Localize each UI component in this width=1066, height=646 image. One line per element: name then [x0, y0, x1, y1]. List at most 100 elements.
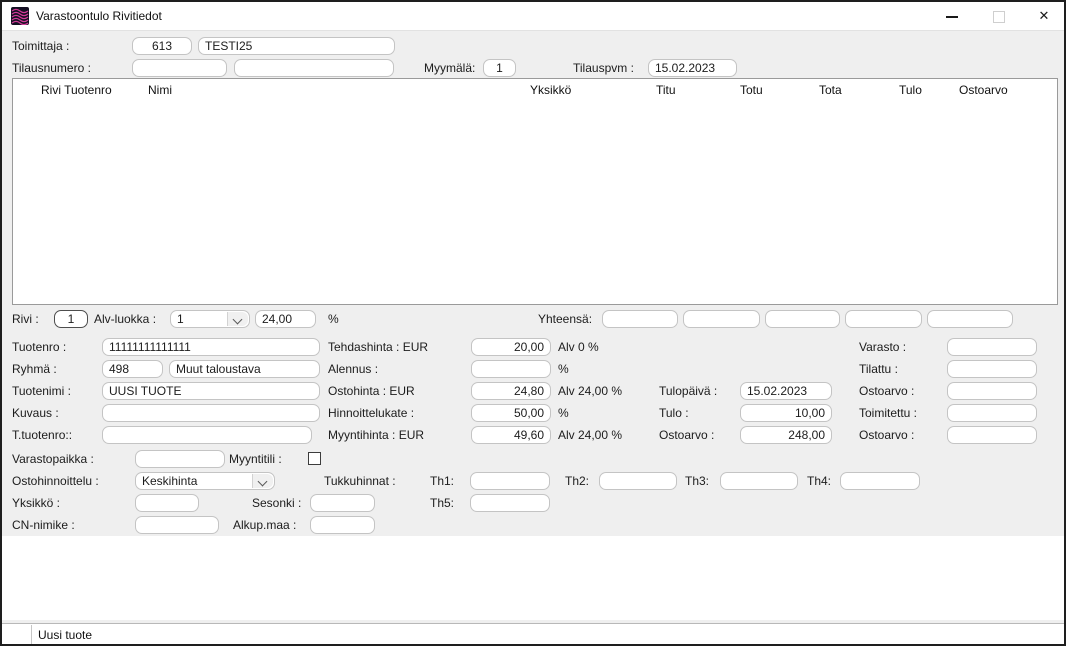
ostohinnoittelu-select[interactable]: Keskihinta [135, 472, 275, 490]
toimittaja-code-field[interactable]: 613 [132, 37, 192, 55]
alkup-maa-field[interactable] [310, 516, 375, 534]
alv-percent-suffix: % [328, 310, 339, 328]
alv-percent-field[interactable]: 24,00 [255, 310, 316, 328]
title-bar: Varastoontulo Rivitiedot ✕ [2, 2, 1064, 31]
chevron-down-icon[interactable] [227, 312, 248, 326]
table-column-titu: Titu [656, 83, 676, 97]
th2-field[interactable] [599, 472, 677, 490]
minimize-icon [946, 16, 958, 18]
yhteensa-field-5[interactable] [927, 310, 1013, 328]
alennus-field[interactable] [471, 360, 551, 378]
table-column-nimi: Nimi [148, 83, 172, 97]
tilausnumero-field-1[interactable] [132, 59, 227, 77]
toimitettu-field[interactable] [947, 404, 1037, 422]
row-list-table[interactable]: Rivi TuotenroNimiYksikköTituTotuTotaTulo… [12, 78, 1058, 305]
th3-field[interactable] [720, 472, 798, 490]
yksikko-label: Yksikkö : [12, 494, 60, 512]
ryhma-code-field[interactable]: 498 [102, 360, 163, 378]
yksikko-field[interactable] [135, 494, 199, 512]
th4-label: Th4: [807, 472, 831, 490]
th3-label: Th3: [685, 472, 709, 490]
ryhma-name-field[interactable]: Muut taloustava [169, 360, 320, 378]
cn-nimike-field[interactable] [135, 516, 219, 534]
ostoarvo3-field[interactable] [947, 426, 1037, 444]
myymala-field[interactable]: 1 [483, 59, 516, 77]
yhteensa-field-1[interactable] [602, 310, 678, 328]
tilausnumero-field-2[interactable] [234, 59, 394, 77]
ostoarvo2-label: Ostoarvo : [859, 382, 914, 400]
myyntihinta-field[interactable]: 49,60 [471, 426, 551, 444]
maximize-icon [993, 11, 1005, 23]
hinnoittelukate-label: Hinnoittelukate : [328, 404, 414, 422]
ostohinnoittelu-value: Keskihinta [142, 474, 197, 488]
function-button-panel: OHJEF1LISTAF2KOPIOIF3RIVI VALMISF4POISTA… [2, 536, 1064, 620]
status-bar: Uusi tuote [2, 623, 1064, 646]
ostoarvo-field[interactable]: 248,00 [740, 426, 832, 444]
cn-nimike-label: CN-nimike : [12, 516, 75, 534]
table-column-totu: Totu [740, 83, 763, 97]
alv-luokka-label: Alv-luokka : [94, 310, 156, 328]
sesonki-field[interactable] [310, 494, 375, 512]
alennus-label: Alennus : [328, 360, 378, 378]
varasto-field[interactable] [947, 338, 1037, 356]
table-column-tulo: Tulo [899, 83, 922, 97]
varastopaikka-field[interactable] [135, 450, 225, 468]
varasto-label: Varasto : [859, 338, 906, 356]
ostoarvo3-label: Ostoarvo : [859, 426, 914, 444]
ostohinta-label: Ostohinta : EUR [328, 382, 415, 400]
window-title: Varastoontulo Rivitiedot [36, 2, 162, 30]
varastopaikka-label: Varastopaikka : [12, 450, 94, 468]
myyntihinta-suffix: Alv 24,00 % [558, 426, 622, 444]
tehdashinta-field[interactable]: 20,00 [471, 338, 551, 356]
myyntitili-checkbox[interactable] [308, 452, 321, 465]
tilauspvm-field[interactable]: 15.02.2023 [648, 59, 737, 77]
tukkuhinnat-label: Tukkuhinnat : [324, 472, 396, 490]
ryhma-label: Ryhmä : [12, 360, 57, 378]
th4-field[interactable] [840, 472, 920, 490]
ostohinnoittelu-label: Ostohinnoittelu : [12, 472, 99, 490]
tuotenro-field[interactable]: 11111111111111 [102, 338, 320, 356]
toimitettu-label: Toimitettu : [859, 404, 917, 422]
status-divider [31, 625, 32, 646]
rivi-field[interactable]: 1 [54, 310, 88, 328]
yhteensa-field-3[interactable] [765, 310, 840, 328]
ostoarvo-label: Ostoarvo : [659, 426, 714, 444]
tilattu-field[interactable] [947, 360, 1037, 378]
ostoarvo2-field[interactable] [947, 382, 1037, 400]
close-button[interactable]: ✕ [1026, 2, 1062, 30]
hinnoittelukate-field[interactable]: 50,00 [471, 404, 551, 422]
tulo-label: Tulo : [659, 404, 689, 422]
th5-label: Th5: [430, 494, 454, 512]
table-column-rivi-tuotenro: Rivi Tuotenro [41, 83, 112, 97]
myymala-label: Myymälä: [424, 59, 475, 77]
sesonki-label: Sesonki : [252, 494, 301, 512]
toimittaja-name-field[interactable]: TESTI25 [198, 37, 395, 55]
t-tuotenro-field[interactable] [102, 426, 312, 444]
yhteensa-label: Yhteensä: [538, 310, 592, 328]
th5-field[interactable] [470, 494, 550, 512]
app-icon [11, 7, 29, 25]
tuotenimi-field[interactable]: UUSI TUOTE [102, 382, 320, 400]
tulopaiva-field[interactable]: 15.02.2023 [740, 382, 832, 400]
alv-luokka-value: 1 [177, 312, 184, 326]
ostohinta-suffix: Alv 24,00 % [558, 382, 622, 400]
tulo-field[interactable]: 10,00 [740, 404, 832, 422]
chevron-down-icon[interactable] [252, 474, 273, 488]
kuvaus-field[interactable] [102, 404, 320, 422]
alv-luokka-select[interactable]: 1 [170, 310, 250, 328]
alkup-maa-label: Alkup.maa : [233, 516, 296, 534]
myyntitili-label: Myyntitili : [229, 450, 282, 468]
tilattu-label: Tilattu : [859, 360, 898, 378]
myyntihinta-label: Myyntihinta : EUR [328, 426, 424, 444]
ostohinta-field[interactable]: 24,80 [471, 382, 551, 400]
yhteensa-field-4[interactable] [845, 310, 922, 328]
rivi-label: Rivi : [12, 310, 39, 328]
tuotenro-label: Tuotenro : [12, 338, 66, 356]
th1-field[interactable] [470, 472, 550, 490]
tuotenimi-label: Tuotenimi : [12, 382, 71, 400]
yhteensa-field-2[interactable] [683, 310, 760, 328]
tehdashinta-label: Tehdashinta : EUR [328, 338, 428, 356]
hinnoittelukate-suffix: % [558, 404, 569, 422]
maximize-button[interactable] [980, 2, 1016, 30]
minimize-button[interactable] [934, 2, 970, 30]
